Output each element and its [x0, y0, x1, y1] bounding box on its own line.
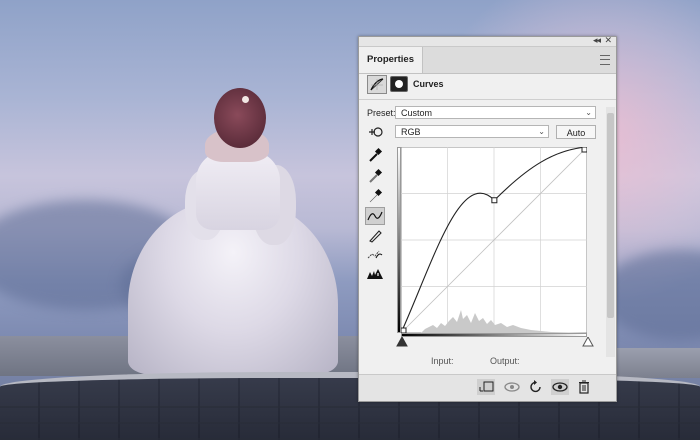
hair-flower [242, 96, 249, 103]
reset-adjustments-icon[interactable] [527, 379, 545, 395]
panel-title-strip[interactable]: ◂◂ ✕ [359, 35, 616, 47]
divider [359, 99, 616, 100]
black-point-slider[interactable] [396, 337, 408, 347]
curves-graph[interactable] [401, 147, 587, 335]
close-icon[interactable]: ✕ [604, 35, 612, 46]
curve-points-icon[interactable] [365, 207, 385, 225]
input-label: Input: [431, 356, 454, 366]
panel-scrollbar[interactable] [606, 107, 615, 357]
channel-value: RGB [401, 127, 421, 137]
output-gradient-bar [397, 147, 401, 333]
scrollbar-thumb[interactable] [607, 113, 614, 318]
curve-control-point[interactable] [491, 197, 498, 204]
clipping-warning-icon[interactable] [365, 266, 385, 284]
hamburger-menu-icon[interactable] [600, 55, 610, 65]
properties-panel: ◂◂ ✕ Properties Curves Preset: Custom ⌄ … [358, 35, 617, 402]
output-label: Output: [490, 356, 520, 366]
delete-adjustment-icon[interactable] [575, 379, 593, 395]
layer-mask-icon[interactable] [390, 76, 408, 92]
smooth-curve-icon[interactable] [365, 246, 385, 264]
hair [214, 88, 266, 148]
view-previous-state-icon[interactable] [503, 379, 521, 395]
curves-adjustment-icon[interactable] [367, 75, 387, 94]
tab-properties[interactable]: Properties [359, 47, 423, 73]
preset-value: Custom [401, 108, 433, 118]
chevron-down-icon: ⌄ [585, 108, 592, 117]
toggle-visibility-icon[interactable] [551, 379, 569, 395]
adjustment-title: Curves [413, 79, 444, 89]
eyedropper-white-icon[interactable] [365, 188, 385, 206]
clip-to-layer-icon[interactable] [477, 379, 495, 395]
gown-bodice [196, 150, 280, 230]
eyedropper-gray-icon[interactable] [365, 168, 385, 186]
pencil-icon[interactable] [365, 227, 385, 245]
curve-control-point[interactable] [581, 147, 587, 153]
chevron-down-icon: ⌄ [538, 127, 545, 136]
panel-bottom-bar [359, 374, 616, 401]
channel-dropdown[interactable]: RGB ⌄ [395, 125, 549, 138]
on-image-adjust-icon[interactable] [365, 124, 385, 142]
eyedropper-black-icon[interactable] [365, 147, 385, 165]
preset-label: Preset: [367, 108, 396, 118]
adjustment-header: Curves [367, 75, 597, 95]
preset-dropdown[interactable]: Custom ⌄ [395, 106, 596, 119]
white-point-slider[interactable] [582, 337, 594, 347]
double-chevron-icon[interactable]: ◂◂ [593, 35, 601, 46]
panel-tab-row: Properties [359, 47, 616, 74]
auto-button[interactable]: Auto [556, 125, 596, 139]
back-wall-right [610, 348, 700, 378]
input-gradient-bar [401, 333, 587, 337]
